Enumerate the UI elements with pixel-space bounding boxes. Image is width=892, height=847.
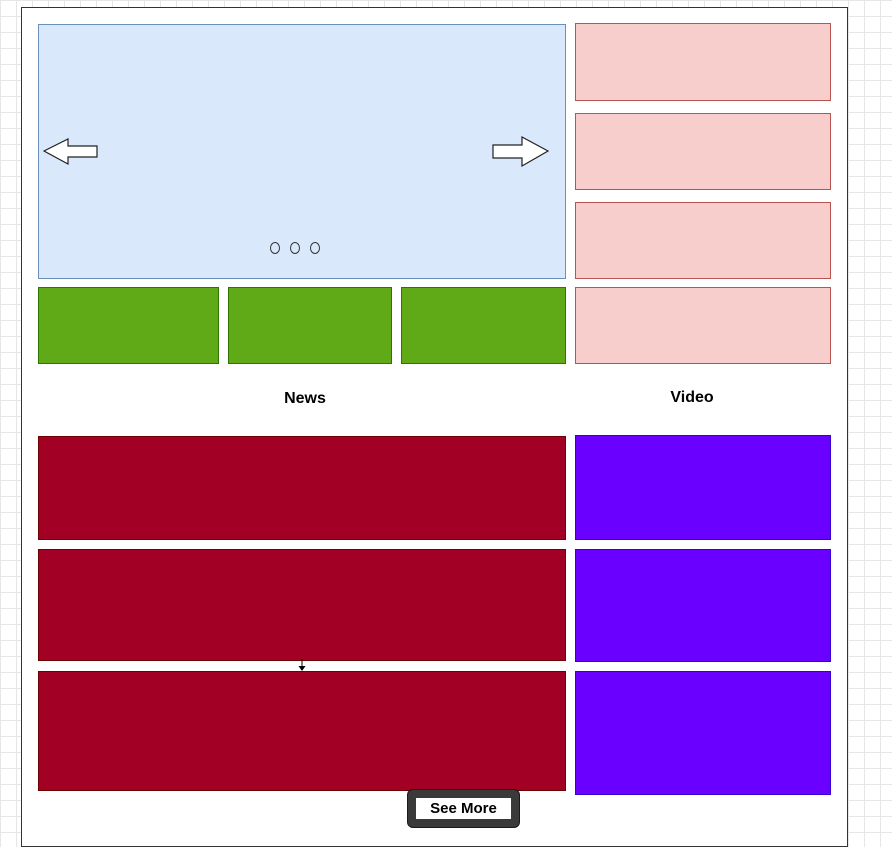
side-box-1[interactable] <box>575 23 831 101</box>
feature-box-2[interactable] <box>228 287 392 364</box>
news-heading: News <box>284 390 326 407</box>
slider-dot-2[interactable] <box>290 242 300 254</box>
slider-dot-1[interactable] <box>270 242 280 254</box>
right-arrow-icon[interactable] <box>492 136 550 168</box>
slider-dot-3[interactable] <box>310 242 320 254</box>
video-item-3[interactable] <box>575 671 831 795</box>
video-item-1[interactable] <box>575 435 831 540</box>
news-item-3[interactable] <box>38 671 566 791</box>
image-slider[interactable] <box>38 24 566 279</box>
news-item-1[interactable] <box>38 436 566 540</box>
side-box-2[interactable] <box>575 113 831 190</box>
news-item-2[interactable] <box>38 549 566 661</box>
side-box-3[interactable] <box>575 202 831 279</box>
left-arrow-icon[interactable] <box>43 138 99 166</box>
connector-arrow <box>298 659 306 671</box>
video-item-2[interactable] <box>575 549 831 662</box>
feature-box-3[interactable] <box>401 287 566 364</box>
video-heading: Video <box>670 389 714 406</box>
feature-box-1[interactable] <box>38 287 219 364</box>
side-box-4[interactable] <box>575 287 831 364</box>
see-more-button[interactable]: See More <box>408 790 519 827</box>
